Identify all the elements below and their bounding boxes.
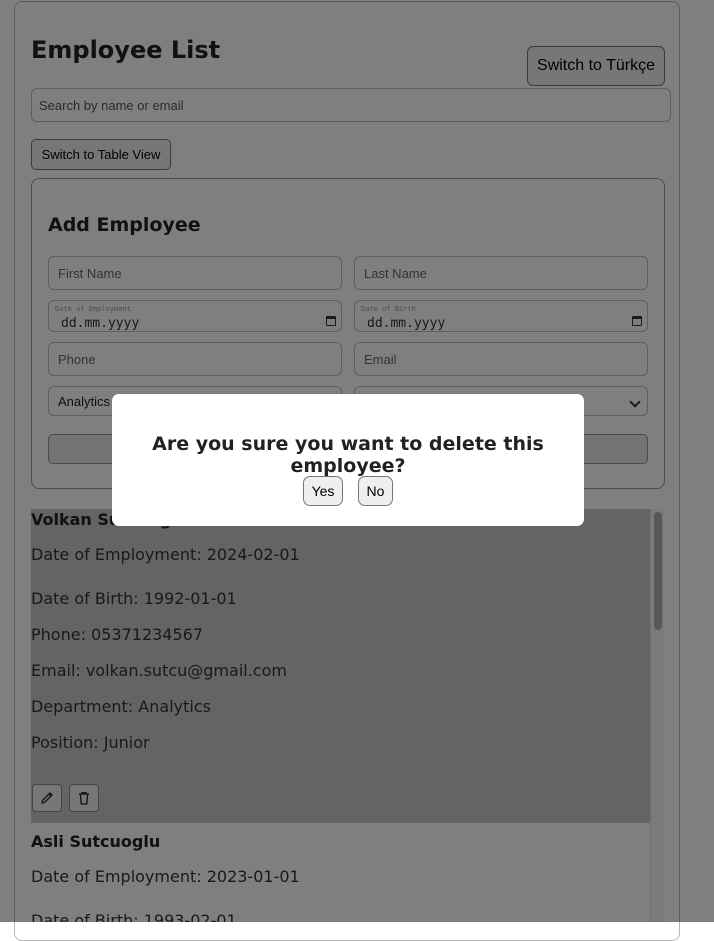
confirm-delete-dialog: Are you sure you want to delete this emp… xyxy=(112,394,584,526)
confirm-message: Are you sure you want to delete this emp… xyxy=(152,433,544,477)
confirm-no-button[interactable]: No xyxy=(358,476,393,506)
confirm-yes-button[interactable]: Yes xyxy=(303,476,343,506)
